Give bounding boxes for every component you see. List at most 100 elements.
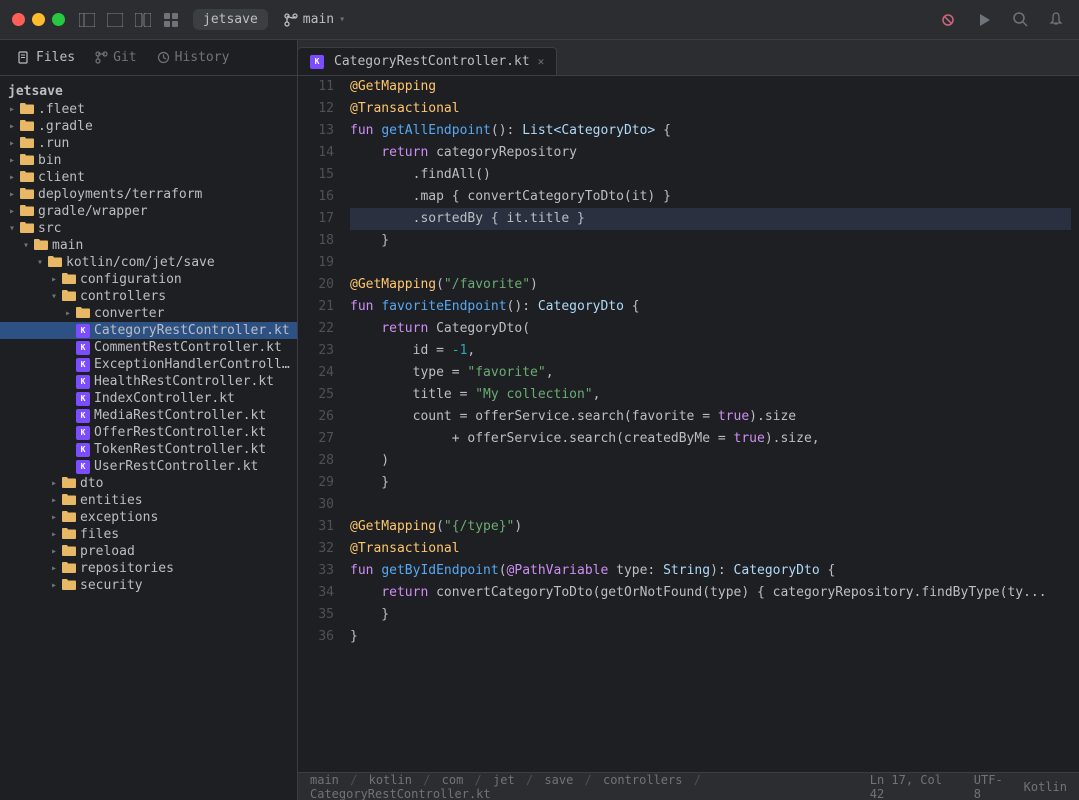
- folder-icon: [62, 510, 76, 525]
- project-name[interactable]: jetsave: [193, 9, 268, 30]
- folder-arrow-icon: ▾: [4, 223, 20, 234]
- tree-item-configuration[interactable]: ▸configuration: [0, 271, 297, 288]
- tree-item-CommentRestController[interactable]: KCommentRestController.kt: [0, 339, 297, 356]
- window-layout-icons: [77, 10, 181, 30]
- tree-item-security[interactable]: ▸security: [0, 577, 297, 594]
- folder-icon: [62, 561, 76, 576]
- branch-selector[interactable]: main ▾: [284, 12, 345, 27]
- plain-token: .map { convertCategoryToDto(it) }: [350, 189, 671, 204]
- line-number: 24: [306, 362, 334, 384]
- tree-item-label: .run: [38, 136, 69, 151]
- code-line: @Transactional: [350, 538, 1071, 560]
- tree-item-controllers[interactable]: ▾controllers: [0, 288, 297, 305]
- code-line: type = "favorite",: [350, 362, 1071, 384]
- file-tree: jetsave ▸.fleet▸.gradle▸.run▸bin▸client▸…: [0, 76, 297, 800]
- record-icon[interactable]: [937, 9, 959, 31]
- tree-item-run[interactable]: ▸.run: [0, 135, 297, 152]
- search-icon[interactable]: [1009, 9, 1031, 31]
- tree-item-OfferRestController[interactable]: KOfferRestController.kt: [0, 424, 297, 441]
- tree-item-exceptions[interactable]: ▸exceptions: [0, 509, 297, 526]
- files-icon: [18, 51, 31, 64]
- tree-item-converter[interactable]: ▸converter: [0, 305, 297, 322]
- type-token: CategoryDto: [538, 299, 624, 314]
- tree-item-src[interactable]: ▾src: [0, 220, 297, 237]
- kotlin-file-icon: K: [76, 443, 90, 457]
- tree-item-main[interactable]: ▾main: [0, 237, 297, 254]
- tree-item-client[interactable]: ▸client: [0, 169, 297, 186]
- folder-icon: [20, 170, 34, 185]
- folder-icon: [20, 221, 34, 236]
- maximize-button[interactable]: [52, 13, 65, 26]
- project-root[interactable]: jetsave: [0, 80, 297, 101]
- tree-item-deployments[interactable]: ▸deployments/terraform: [0, 186, 297, 203]
- bell-icon[interactable]: [1045, 9, 1067, 31]
- function-token: getByIdEndpoint: [381, 563, 498, 578]
- tree-item-HealthRestController[interactable]: KHealthRestController.kt: [0, 373, 297, 390]
- language: Kotlin: [1024, 780, 1067, 794]
- tree-item-kotlin_com_jet_save[interactable]: ▾kotlin/com/jet/save: [0, 254, 297, 271]
- branch-chevron-icon: ▾: [339, 14, 345, 25]
- tree-item-MediaRestController[interactable]: KMediaRestController.kt: [0, 407, 297, 424]
- plain-token: ):: [710, 563, 733, 578]
- tree-item-ExceptionHandlerController[interactable]: KExceptionHandlerControlle...: [0, 356, 297, 373]
- sidebar-tab-files[interactable]: Files: [8, 46, 85, 69]
- line-number: 31: [306, 516, 334, 538]
- plain-token: {: [820, 563, 836, 578]
- tree-item-label: exceptions: [80, 510, 158, 525]
- breadcrumb-part: controllers: [603, 773, 682, 787]
- close-button[interactable]: [12, 13, 25, 26]
- code-line: }: [350, 626, 1071, 648]
- line-number: 33: [306, 560, 334, 582]
- annotation-token: @Transactional: [350, 541, 460, 556]
- folder-icon: [20, 187, 34, 202]
- plain-token: (: [499, 563, 507, 578]
- tree-item-TokenRestController[interactable]: K TokenRestController.kt: [0, 441, 297, 458]
- git-icon: [95, 51, 108, 64]
- folder-icon: [62, 578, 76, 593]
- line-number: 17: [306, 208, 334, 230]
- folder-arrow-icon: ▸: [46, 546, 62, 557]
- tree-item-UserRestController[interactable]: KUserRestController.kt: [0, 458, 297, 475]
- minimize-button[interactable]: [32, 13, 45, 26]
- tab-close-icon[interactable]: ✕: [538, 55, 545, 68]
- tree-item-label: .gradle: [38, 119, 93, 134]
- tree-item-label: HealthRestController.kt: [94, 374, 274, 389]
- tree-item-gradle_wrapper[interactable]: ▸gradle/wrapper: [0, 203, 297, 220]
- plain-token: (: [436, 277, 444, 292]
- tree-item-repositories[interactable]: ▸repositories: [0, 560, 297, 577]
- line-number: 19: [306, 252, 334, 274]
- branch-icon: [284, 13, 298, 27]
- code-line: id = -1,: [350, 340, 1071, 362]
- tree-item-label: CategoryRestController.kt: [94, 323, 290, 338]
- tree-item-label: deployments/terraform: [38, 187, 202, 202]
- tree-item-files[interactable]: ▸files: [0, 526, 297, 543]
- tree-item-CategoryRestController[interactable]: KCategoryRestController.kt: [0, 322, 297, 339]
- code-line: return CategoryDto(: [350, 318, 1071, 340]
- tree-item-dto[interactable]: ▸dto: [0, 475, 297, 492]
- tree-item-preload[interactable]: ▸preload: [0, 543, 297, 560]
- code-content[interactable]: @GetMapping@Transactionalfun getAllEndpo…: [342, 76, 1079, 772]
- grid-icon[interactable]: [161, 10, 181, 30]
- sidebar-tabs: Files Git History: [0, 40, 297, 76]
- tree-item-entities[interactable]: ▸entities: [0, 492, 297, 509]
- folder-icon: [20, 102, 34, 117]
- code-line: ): [350, 450, 1071, 472]
- sidebar-tab-git[interactable]: Git: [85, 46, 146, 69]
- plain-token: ).size: [749, 409, 796, 424]
- breadcrumb-separator: /: [519, 773, 541, 787]
- breadcrumb-part: CategoryRestController.kt: [310, 787, 491, 800]
- sidebar-toggle-icon[interactable]: [77, 10, 97, 30]
- tree-item-label: UserRestController.kt: [94, 459, 258, 474]
- tree-item-fleet[interactable]: ▸.fleet: [0, 101, 297, 118]
- tree-item-gradle[interactable]: ▸.gradle: [0, 118, 297, 135]
- tree-item-IndexController[interactable]: KIndexController.kt: [0, 390, 297, 407]
- tree-item-label: TokenRestController.kt: [94, 442, 266, 457]
- editor-tab-categoryrestcontroller[interactable]: K CategoryRestController.kt ✕: [298, 47, 557, 75]
- tree-item-bin[interactable]: ▸bin: [0, 152, 297, 169]
- run-icon[interactable]: [973, 9, 995, 31]
- layout1-icon[interactable]: [105, 10, 125, 30]
- sidebar-tab-history[interactable]: History: [147, 46, 240, 69]
- folder-arrow-icon: ▾: [32, 257, 48, 268]
- layout2-icon[interactable]: [133, 10, 153, 30]
- traffic-lights: [12, 13, 65, 26]
